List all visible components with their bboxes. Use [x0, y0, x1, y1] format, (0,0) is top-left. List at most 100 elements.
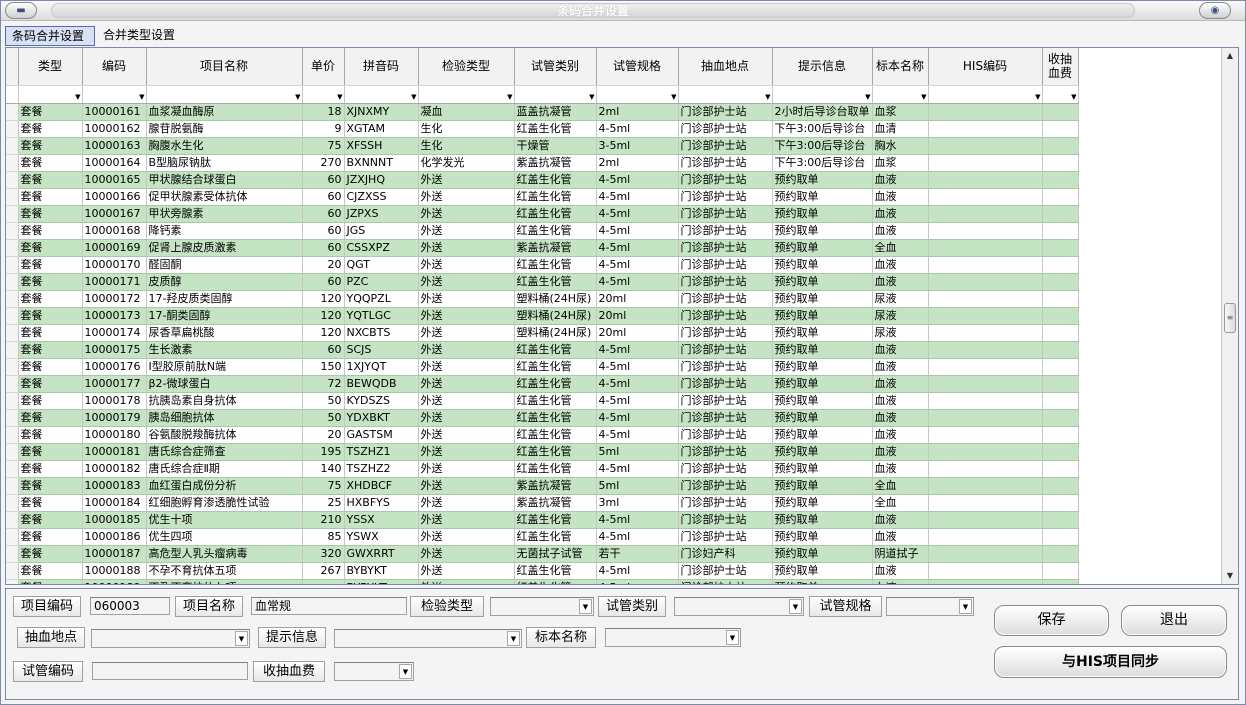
table-cell[interactable]: 4-5ml	[596, 579, 679, 584]
table-cell[interactable]	[1042, 426, 1079, 444]
column-filter[interactable]: ▼	[514, 85, 597, 104]
table-cell[interactable]: 干燥管	[514, 137, 597, 155]
table-cell[interactable]	[928, 562, 1043, 580]
sync-his-button[interactable]: 与HIS项目同步	[994, 646, 1227, 678]
row-header[interactable]	[6, 239, 19, 257]
table-cell[interactable]: 10000174	[82, 324, 147, 342]
table-cell[interactable]	[1042, 477, 1079, 495]
table-cell[interactable]: 外送	[418, 324, 515, 342]
table-row[interactable]: 套餐 10000171 皮质醇 60 PZC 外送 红盖生化管 4-5ml 门诊部护士站 预约取单…	[6, 273, 1079, 291]
row-header[interactable]	[6, 273, 19, 291]
table-cell[interactable]: 外送	[418, 562, 515, 580]
table-cell[interactable]: 凝血	[418, 103, 515, 121]
table-cell[interactable]: 预约取单	[772, 290, 873, 308]
table-cell[interactable]: 120	[302, 324, 345, 342]
table-cell[interactable]: 门诊部护士站	[678, 579, 773, 584]
table-cell[interactable]: 塑料桶(24H尿)	[514, 290, 597, 308]
table-cell[interactable]: 血液	[872, 256, 929, 274]
row-header[interactable]	[6, 477, 19, 495]
table-cell[interactable]	[928, 341, 1043, 359]
table-cell[interactable]: 10000178	[82, 392, 147, 410]
table-cell[interactable]: 4-5ml	[596, 205, 679, 223]
table-cell[interactable]: 唐氏综合症筛查	[146, 443, 303, 461]
chevron-down-icon[interactable]: ▼	[1035, 89, 1040, 103]
table-cell[interactable]: 血液	[872, 562, 929, 580]
table-cell[interactable]: 胸水	[872, 137, 929, 155]
table-cell[interactable]: 10000177	[82, 375, 147, 393]
table-cell[interactable]	[928, 324, 1043, 342]
table-cell[interactable]: 优生十项	[146, 511, 303, 529]
table-cell[interactable]: 4-5ml	[596, 375, 679, 393]
table-cell[interactable]: 20ml	[596, 324, 679, 342]
column-filter[interactable]: ▼	[302, 85, 345, 104]
table-cell[interactable]: 195	[302, 443, 345, 461]
table-cell[interactable]: 紫盖抗凝管	[514, 494, 597, 512]
table-cell[interactable]: 塑料桶(24H尿)	[514, 307, 597, 325]
table-cell[interactable]: XFSSH	[344, 137, 419, 155]
column-header[interactable]: 项目名称	[146, 48, 303, 86]
column-header[interactable]: 标本名称	[872, 48, 929, 86]
table-cell[interactable]: 外送	[418, 528, 515, 546]
table-cell[interactable]	[928, 171, 1043, 189]
table-cell[interactable]: GASTSM	[344, 426, 419, 444]
table-cell[interactable]: 60	[302, 171, 345, 189]
table-cell[interactable]: 外送	[418, 273, 515, 291]
table-cell[interactable]: XHDBCF	[344, 477, 419, 495]
table-cell[interactable]: 红盖生化管	[514, 358, 597, 376]
close-button[interactable]: ◉	[1199, 2, 1231, 19]
table-cell[interactable]: 全血	[872, 477, 929, 495]
table-cell[interactable]: 紫盖抗凝管	[514, 239, 597, 257]
row-header[interactable]	[6, 375, 19, 393]
table-cell[interactable]	[928, 409, 1043, 427]
table-cell[interactable]: 外送	[418, 579, 515, 584]
row-header[interactable]	[6, 426, 19, 444]
table-cell[interactable]: 尿香草扁桃酸	[146, 324, 303, 342]
table-cell[interactable]: 红盖生化管	[514, 409, 597, 427]
row-header[interactable]	[6, 443, 19, 461]
table-cell[interactable]: 外送	[418, 171, 515, 189]
table-cell[interactable]: 10000182	[82, 460, 147, 478]
table-cell[interactable]: 60	[302, 341, 345, 359]
table-cell[interactable]: 红盖生化管	[514, 443, 597, 461]
table-cell[interactable]: 红盖生化管	[514, 511, 597, 529]
table-cell[interactable]: 尿液	[872, 307, 929, 325]
table-cell[interactable]: 预约取单	[772, 545, 873, 563]
table-cell[interactable]	[1042, 205, 1079, 223]
table-cell[interactable]: 10000168	[82, 222, 147, 240]
chevron-down-icon[interactable]: ▼	[959, 599, 972, 614]
table-cell[interactable]	[1042, 324, 1079, 342]
tube-type-select[interactable]: ▼	[674, 597, 804, 616]
table-cell[interactable]: 10000173	[82, 307, 147, 325]
table-cell[interactable]: 套餐	[18, 188, 83, 206]
table-cell[interactable]: 尿液	[872, 290, 929, 308]
table-cell[interactable]: 10000189	[82, 579, 147, 584]
save-button[interactable]: 保存	[994, 605, 1109, 636]
table-cell[interactable]: 血液	[872, 188, 929, 206]
table-cell[interactable]: 预约取单	[772, 188, 873, 206]
table-row[interactable]: 套餐 10000172 17-羟皮质类固醇 120 YQQPZL 外送 塑料桶(24H尿) 2…	[6, 290, 1079, 308]
table-cell[interactable]: 套餐	[18, 358, 83, 376]
table-cell[interactable]: 套餐	[18, 409, 83, 427]
table-row[interactable]: 套餐 10000163 胸腹水生化 75 XFSSH 生化 干燥管 3-5ml 门诊部护士站 下午…	[6, 137, 1079, 155]
table-row[interactable]: 套餐 10000182 唐氏综合症Ⅱ期 140 TSZHZ2 外送 红盖生化管 4-5ml 门诊…	[6, 460, 1079, 478]
table-cell[interactable]: 2ml	[596, 154, 679, 172]
table-cell[interactable]	[1042, 511, 1079, 529]
table-cell[interactable]: 生化	[418, 120, 515, 138]
table-cell[interactable]	[1042, 460, 1079, 478]
table-cell[interactable]: 210	[302, 511, 345, 529]
table-cell[interactable]: 外送	[418, 188, 515, 206]
row-header[interactable]	[6, 562, 19, 580]
table-row[interactable]: 套餐 10000176 Ⅰ型胶原前肽N端 150 1XJYQT 外送 红盖生化管 4-5ml 门…	[6, 358, 1079, 376]
table-cell[interactable]: 预约取单	[772, 477, 873, 495]
table-cell[interactable]: 10000171	[82, 273, 147, 291]
table-cell[interactable]: 预约取单	[772, 307, 873, 325]
table-cell[interactable]	[1042, 528, 1079, 546]
table-cell[interactable]: 预约取单	[772, 273, 873, 291]
table-cell[interactable]: 10000172	[82, 290, 147, 308]
table-cell[interactable]: 外送	[418, 426, 515, 444]
column-filter[interactable]: ▼	[678, 85, 773, 104]
table-row[interactable]: 套餐 10000185 优生十项 210 YSSX 外送 红盖生化管 4-5ml 门诊部护士站预…	[6, 511, 1079, 529]
table-cell[interactable]: 267	[302, 562, 345, 580]
table-cell[interactable]	[302, 579, 345, 584]
table-cell[interactable]: 红盖生化管	[514, 528, 597, 546]
